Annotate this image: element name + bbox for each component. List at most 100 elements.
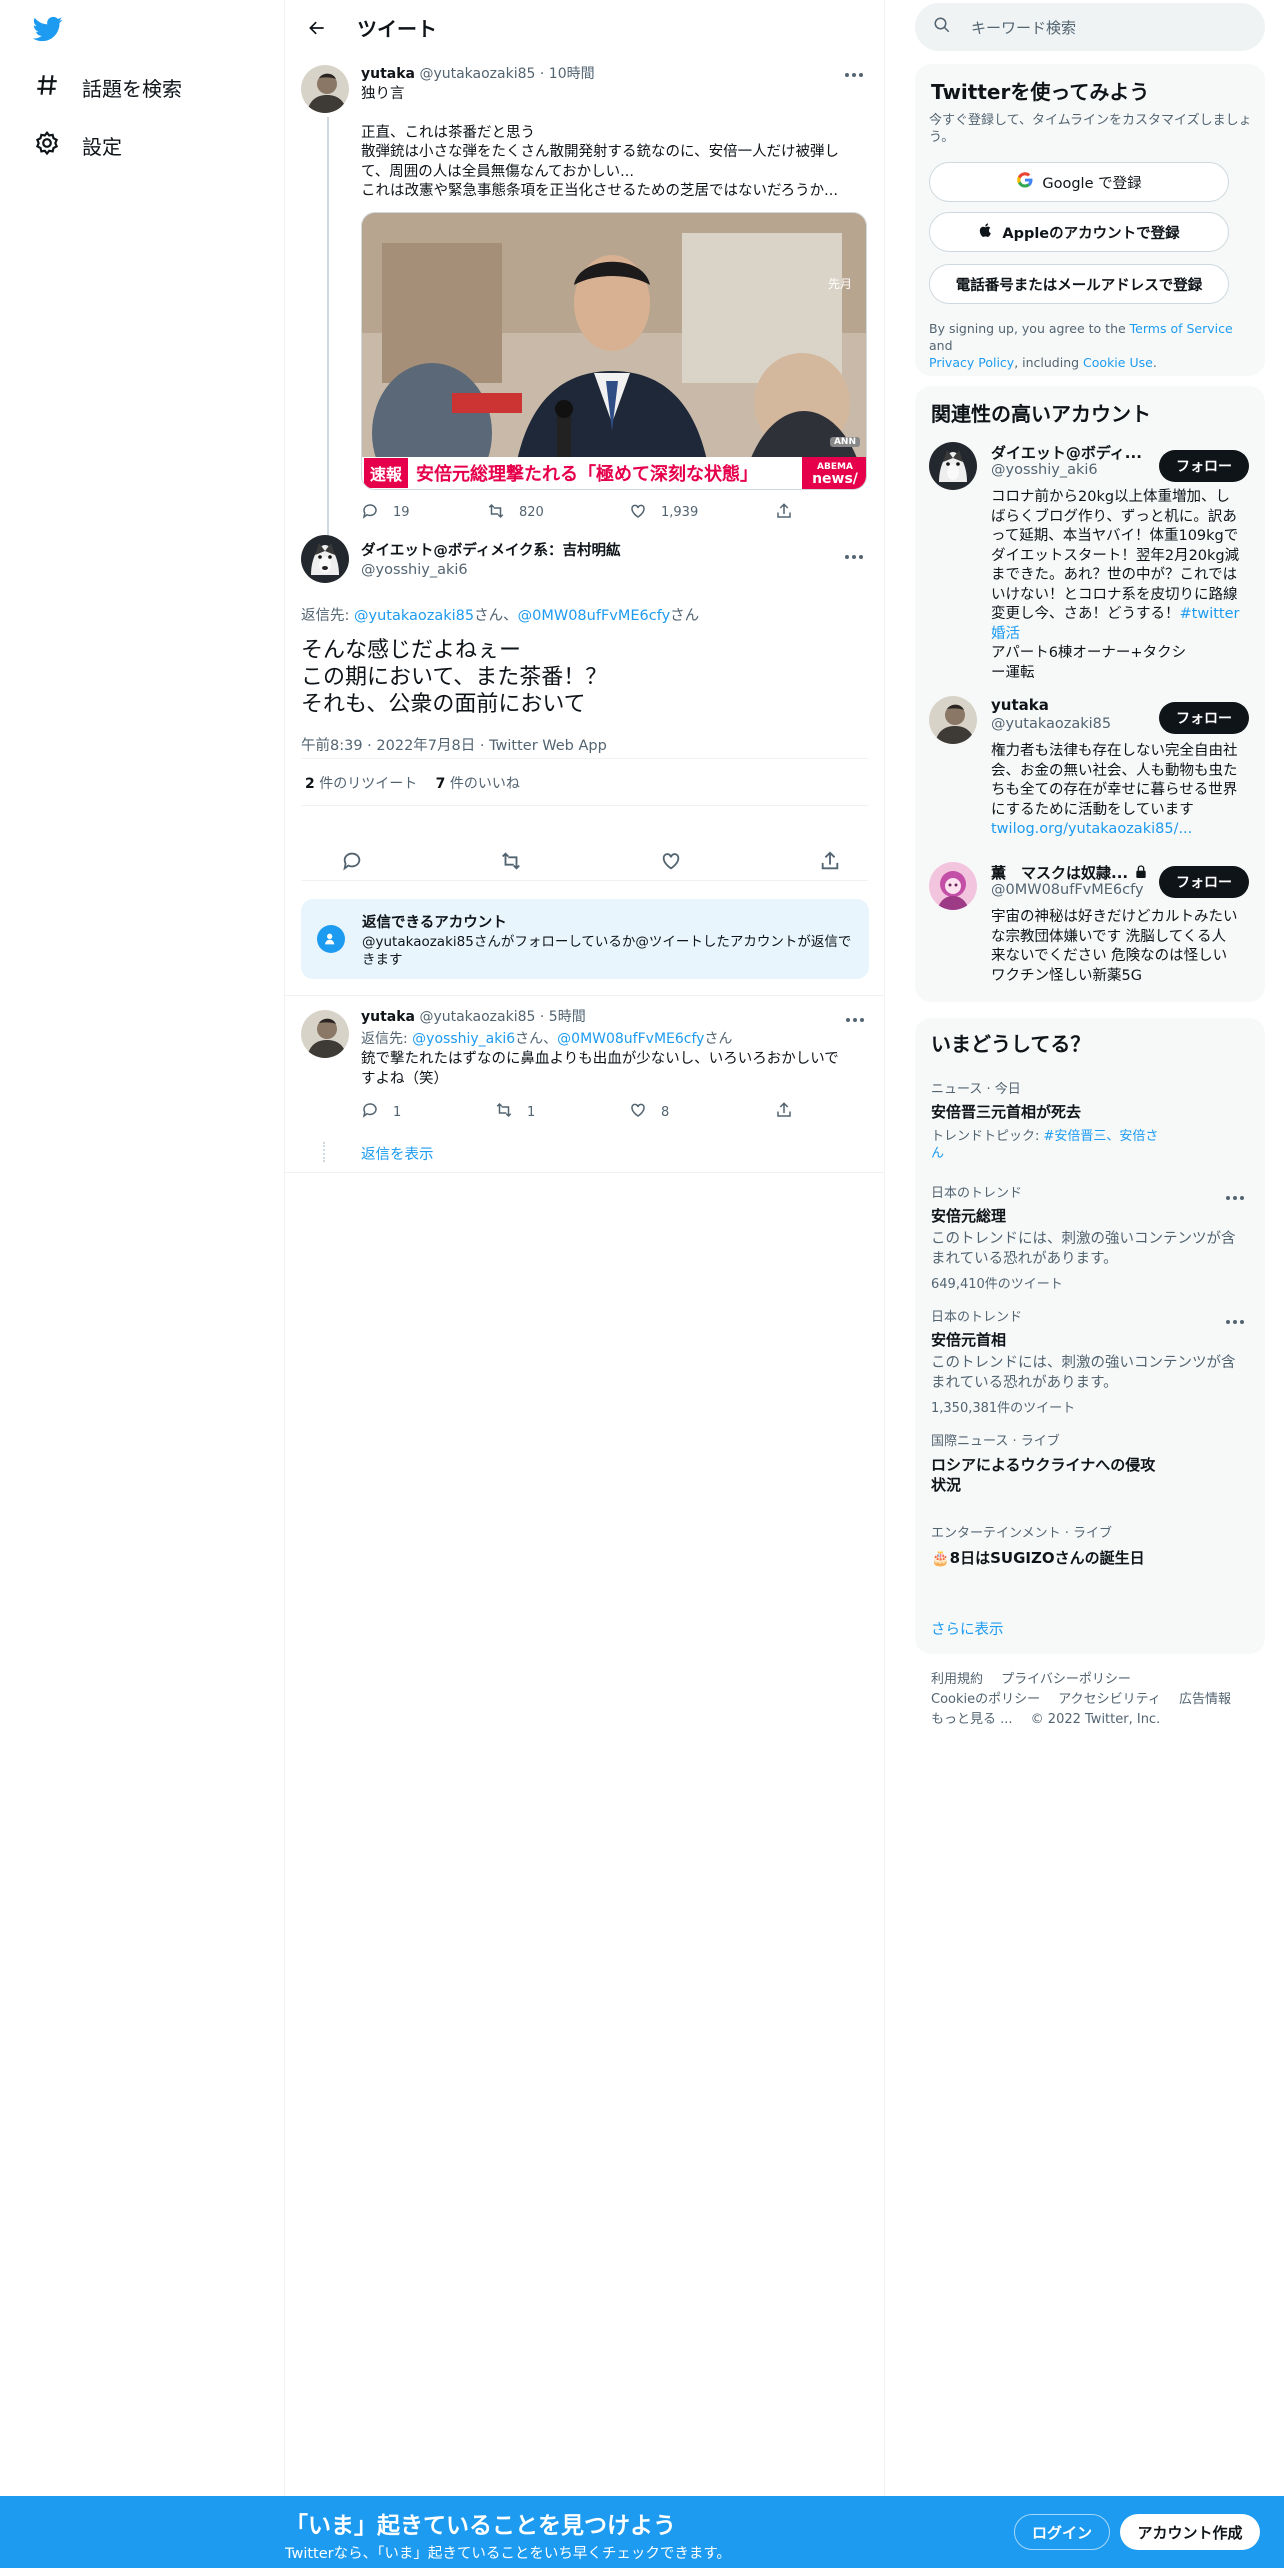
- apple-signup-button[interactable]: Appleのアカウントで登録: [929, 212, 1229, 252]
- heart-icon[interactable]: [660, 850, 682, 876]
- retweet-icon[interactable]: [500, 850, 522, 876]
- retweet-button[interactable]: 1: [495, 1101, 629, 1123]
- share-icon[interactable]: [819, 850, 841, 876]
- trend-item[interactable]: 日本のトレンド 安倍元首相 このトレンドには、刺激の強いコンテンツが含 まれてい…: [931, 1306, 1251, 1416]
- author-handle[interactable]: @yutakaozaki85: [419, 66, 535, 82]
- trend-context: 日本のトレンド: [931, 1186, 1023, 1201]
- follow-button[interactable]: フォロー: [1159, 450, 1249, 482]
- reply-icon[interactable]: [341, 850, 363, 876]
- related-account[interactable]: yutaka @yutakaozaki85 フォロー 権力者も法律も存在しない完…: [915, 696, 1265, 837]
- mention-link[interactable]: @0MW08ufFvME6cfy: [557, 1031, 704, 1047]
- trend-item[interactable]: ニュース · 今日 安倍晋三元首相が死去 トレンドトピック: #安倍晋三、安倍さ…: [931, 1078, 1251, 1162]
- mention-link[interactable]: @yosshiy_aki6: [412, 1031, 515, 1047]
- avatar[interactable]: [301, 65, 349, 113]
- more-options-icon[interactable]: [842, 547, 866, 567]
- trend-topic-link[interactable]: ん: [931, 1146, 944, 1161]
- divider: [301, 805, 868, 806]
- author-name[interactable]: yutaka: [361, 1009, 415, 1025]
- like-button[interactable]: 1,939: [629, 502, 775, 524]
- footer-link[interactable]: アクセシビリティ: [1058, 1692, 1161, 1707]
- follow-button[interactable]: フォロー: [1159, 866, 1249, 898]
- footer-more-link[interactable]: もっと見る ...: [931, 1712, 1013, 1727]
- author-name[interactable]: ダイエット@ボディメイク系：吉村明紘: [361, 539, 868, 560]
- terms-of-service-link[interactable]: Terms of Service: [1130, 321, 1233, 336]
- related-account-bio: コロナ前から20kg以上体重増加、し ばらくブログ作り、ずっと机に。訳あ って延…: [991, 488, 1253, 683]
- tweet-timestamp[interactable]: 午前8:39 · 2022年7月8日 · Twitter Web App: [301, 734, 868, 755]
- share-button[interactable]: [775, 502, 793, 524]
- google-icon: [1016, 171, 1034, 193]
- bio-line: な宗教団体嫌いです 洗脳してくる人: [991, 928, 1227, 945]
- google-signup-button[interactable]: Google で登録: [929, 162, 1229, 202]
- follow-button[interactable]: フォロー: [1159, 702, 1249, 734]
- bottom-bar-subtitle: Twitterなら、「いま」起きていることをいち早くチェックできます。: [285, 2546, 731, 2562]
- trend-item[interactable]: 日本のトレンド 安倍元総理 このトレンドには、刺激の強いコンテンツが含 まれてい…: [931, 1182, 1251, 1292]
- signup-button[interactable]: アカウント作成: [1120, 2514, 1260, 2550]
- parent-tweet[interactable]: yutaka @yutakaozaki85 · 10時間 独り言 正直、これは茶…: [285, 55, 884, 537]
- tweet-line: それも、公衆の面前において: [301, 692, 586, 717]
- privacy-policy-link[interactable]: Privacy Policy: [929, 355, 1014, 370]
- likes-stat[interactable]: 7 件のいいね: [436, 776, 520, 792]
- tweet-text: 銃で撃たれたはずなのに鼻血よりも出血が少ないし、いろいろおかしいで すよね（笑）: [361, 1050, 871, 1089]
- back-arrow-icon[interactable]: [301, 12, 333, 44]
- trend-item[interactable]: エンターテインメント · ライブ 🎂8日はSUGIZOさんの誕生日: [931, 1522, 1251, 1568]
- show-replies-link[interactable]: 返信を表示: [361, 1143, 434, 1164]
- footer-link[interactable]: プライバシーポリシー: [1001, 1672, 1131, 1687]
- mention-link[interactable]: @yutakaozaki85: [354, 608, 474, 624]
- reply-suffix: さん、: [515, 1031, 558, 1047]
- focused-actions: [341, 850, 841, 876]
- more-options-icon[interactable]: [842, 65, 866, 85]
- author-name[interactable]: yutaka: [361, 66, 415, 82]
- reply-icon: [361, 1101, 379, 1123]
- hashtag-icon: [34, 72, 60, 103]
- footer: 利用規約 プライバシーポリシー Cookieのポリシー アクセシビリティ 広告情…: [931, 1670, 1261, 1730]
- retweet-button[interactable]: 820: [487, 502, 629, 524]
- bio-line: ー運転: [991, 664, 1035, 681]
- author-handle[interactable]: @yosshiy_aki6: [361, 562, 868, 578]
- nav-explore[interactable]: 話題を検索: [34, 67, 182, 107]
- profile-link[interactable]: twilog.org/yutakaozaki85/...: [991, 820, 1253, 840]
- avatar[interactable]: [301, 1010, 349, 1058]
- login-button[interactable]: ログイン: [1014, 2514, 1110, 2550]
- tweet-header: yutaka @yutakaozaki85 · 5時間: [361, 1008, 871, 1026]
- reply-button[interactable]: 1: [361, 1101, 495, 1123]
- reply-button[interactable]: 19: [361, 502, 487, 524]
- tweet-time[interactable]: · 5時間: [540, 1009, 586, 1025]
- nav-settings[interactable]: 設定: [34, 125, 122, 165]
- mention-link[interactable]: @0MW08ufFvME6cfy: [518, 608, 671, 624]
- retweets-stat[interactable]: 2 件のリツイート: [305, 776, 417, 792]
- retweet-count: 1: [527, 1104, 536, 1120]
- related-account[interactable]: 薫 マスクは奴隷... @0MW08ufFvME6cfy フォロー 宇宙の神秘は…: [915, 862, 1265, 992]
- terms-text: and: [929, 338, 953, 353]
- author-handle[interactable]: @yutakaozaki85: [419, 1009, 535, 1025]
- footer-link[interactable]: 利用規約: [931, 1672, 983, 1687]
- avatar[interactable]: [301, 535, 349, 583]
- cookie-use-link[interactable]: Cookie Use: [1083, 355, 1153, 370]
- trend-context: 国際ニュース · ライブ: [931, 1434, 1060, 1449]
- more-options-icon[interactable]: [1223, 1188, 1247, 1208]
- footer-link[interactable]: Cookieのポリシー: [931, 1692, 1040, 1707]
- more-options-icon[interactable]: [1223, 1312, 1247, 1332]
- tweet-image[interactable]: 先月 ANN 速報 安倍元総理撃たれる「極めて深刻な状態」 ABEMA news…: [361, 211, 867, 490]
- avatar[interactable]: [929, 862, 977, 910]
- trend-topic-link[interactable]: #安倍晋三、安倍さ: [1044, 1129, 1159, 1144]
- related-account[interactable]: ダイエット@ボディ... @yosshiy_aki6 フォロー コロナ前から20…: [915, 442, 1265, 681]
- bottom-signup-bar: 「いま」起きていることを見つけよう Twitterなら、「いま」起きていることを…: [0, 2496, 1284, 2568]
- main-column: ツイート yutaka @yutakaozaki85 · 10時間 独り言 正直…: [285, 0, 885, 2568]
- share-button[interactable]: [775, 1101, 793, 1123]
- tweet-time[interactable]: · 10時間: [540, 66, 595, 82]
- like-button[interactable]: 8: [629, 1101, 775, 1123]
- heart-icon: [629, 502, 647, 524]
- phone-email-signup-button[interactable]: 電話番号またはメールアドレスで登録: [929, 264, 1229, 304]
- reply-prefix: 返信先:: [361, 1031, 413, 1047]
- show-more-link[interactable]: さらに表示: [931, 1618, 1004, 1639]
- reply-tweet[interactable]: yutaka @yutakaozaki85 · 5時間 返信先: @yosshi…: [285, 1000, 885, 1172]
- trend-item[interactable]: 国際ニュース · ライブ ロシアによるウクライナへの侵攻 状況: [931, 1430, 1251, 1495]
- footer-link[interactable]: 広告情報: [1179, 1692, 1231, 1707]
- avatar[interactable]: [929, 696, 977, 744]
- avatar[interactable]: [929, 442, 977, 490]
- bio-line: いけない！とコロナ系を皮切りに路線: [991, 586, 1238, 603]
- search-input[interactable]: キーワード検索: [915, 3, 1265, 51]
- bio-line: 権力者も法律も存在しない完全自由社: [991, 743, 1238, 759]
- twitter-logo-icon[interactable]: [32, 14, 64, 44]
- reply-notice-text: @yutakaozaki85さんがフォローしているか@ツイートしたアカウントが返…: [362, 934, 852, 968]
